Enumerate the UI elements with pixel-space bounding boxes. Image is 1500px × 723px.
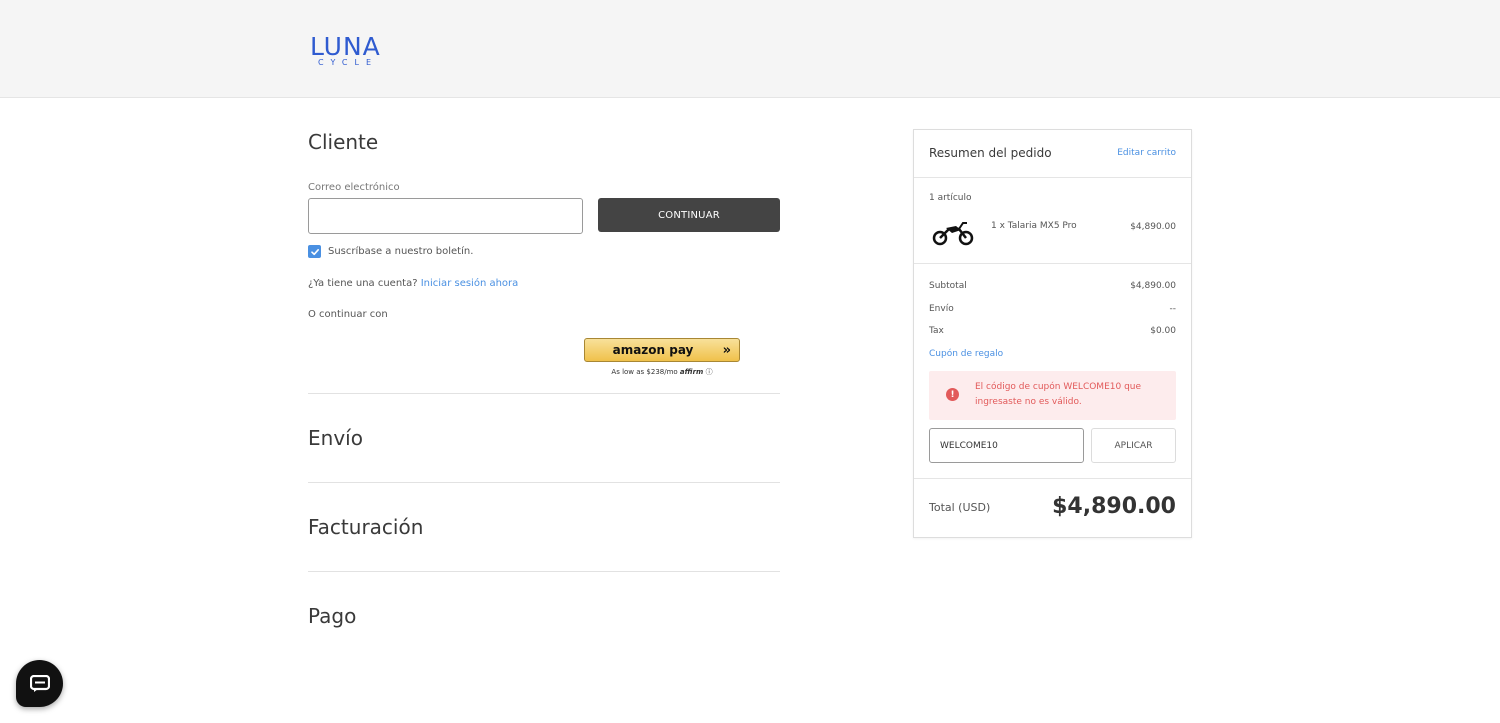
info-icon[interactable]: ⓘ xyxy=(706,368,713,376)
tax-value: $0.00 xyxy=(1150,326,1176,336)
items-count: 1 artículo xyxy=(929,193,972,203)
summary-divider xyxy=(914,478,1191,479)
coupon-error-alert: ! El código de cupón WELCOME10 que ingre… xyxy=(929,371,1176,420)
subtotal-value: $4,890.00 xyxy=(1130,281,1176,291)
amazon-pay-button[interactable]: amazon pay » xyxy=(584,338,740,362)
affirm-promo[interactable]: As low as $238/mo affirm ⓘ xyxy=(584,367,740,377)
edit-cart-link[interactable]: Editar carrito xyxy=(1117,148,1176,158)
total-value: $4,890.00 xyxy=(1052,494,1176,519)
check-icon xyxy=(310,248,319,255)
continue-button[interactable]: CONTINUAR xyxy=(598,198,780,232)
summary-divider xyxy=(914,263,1191,264)
page-header: LUNA CYCLE xyxy=(0,0,1500,98)
item-name: 1 x Talaria MX5 Pro xyxy=(991,221,1077,231)
shipping-value: -- xyxy=(1169,304,1177,314)
section-divider xyxy=(308,571,780,572)
login-link[interactable]: Iniciar sesión ahora xyxy=(421,278,519,289)
billing-title[interactable]: Facturación xyxy=(308,515,423,539)
account-prompt: ¿Ya tiene una cuenta? xyxy=(308,278,418,289)
affirm-text: As low as $238/mo xyxy=(611,368,678,376)
error-icon: ! xyxy=(946,388,959,401)
email-label: Correo electrónico xyxy=(308,182,400,193)
account-line: ¿Ya tiene una cuenta? Iniciar sesión aho… xyxy=(308,278,518,289)
payment-title[interactable]: Pago xyxy=(308,604,356,628)
apply-coupon-button[interactable]: APLICAR xyxy=(1091,428,1176,463)
affirm-logo: affirm xyxy=(679,368,704,376)
tax-label: Tax xyxy=(929,326,944,336)
logo-text: LUNA xyxy=(310,32,381,61)
email-field[interactable] xyxy=(308,198,583,234)
or-continue-label: O continuar con xyxy=(308,309,388,320)
order-summary: Resumen del pedido Editar carrito 1 artí… xyxy=(913,129,1192,538)
section-divider xyxy=(308,482,780,483)
coupon-input[interactable] xyxy=(929,428,1084,463)
newsletter-checkbox[interactable] xyxy=(308,245,321,258)
total-label: Total (USD) xyxy=(929,501,991,514)
summary-divider xyxy=(914,177,1191,178)
customer-title: Cliente xyxy=(308,130,379,154)
chat-icon xyxy=(29,674,50,692)
chat-widget-button[interactable] xyxy=(16,660,63,707)
item-price: $4,890.00 xyxy=(1130,222,1176,232)
subtotal-label: Subtotal xyxy=(929,281,967,291)
section-divider xyxy=(308,393,780,394)
double-chevron-right-icon: » xyxy=(722,343,731,358)
coupon-error-message: El código de cupón WELCOME10 que ingresa… xyxy=(975,382,1142,407)
shipping-label: Envío xyxy=(929,304,954,314)
shipping-title[interactable]: Envío xyxy=(308,426,363,450)
logo-subtext: CYCLE xyxy=(318,58,378,67)
summary-title: Resumen del pedido xyxy=(929,146,1052,160)
gift-coupon-link[interactable]: Cupón de regalo xyxy=(929,349,1003,359)
luna-cycle-logo[interactable]: LUNA CYCLE xyxy=(310,34,392,70)
amazon-pay-label: amazon pay xyxy=(612,343,694,357)
newsletter-label: Suscríbase a nuestro boletín. xyxy=(328,246,474,257)
motorbike-image xyxy=(932,222,974,246)
